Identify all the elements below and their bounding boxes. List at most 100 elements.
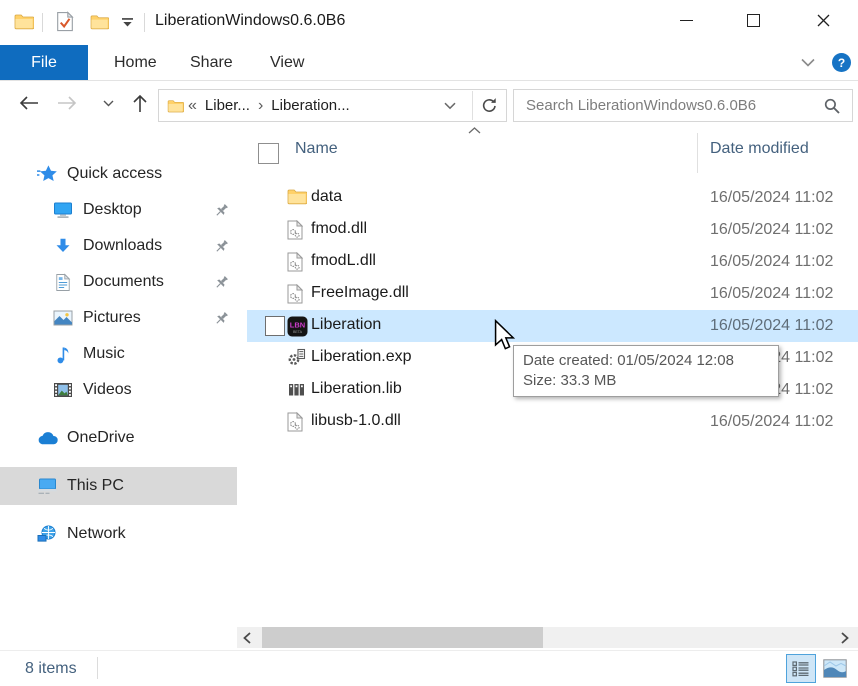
navigation-toolbar: « Liber... › Liberation... xyxy=(0,81,858,128)
back-button[interactable] xyxy=(13,87,45,119)
sidebar-item-label: Pictures xyxy=(83,309,141,327)
downloads-icon xyxy=(52,237,74,255)
music-note-icon xyxy=(52,345,74,364)
maximize-button[interactable] xyxy=(730,0,776,40)
tab-share[interactable]: Share xyxy=(172,45,251,80)
sort-ascending-icon[interactable] xyxy=(468,127,481,134)
scroll-right-arrow-icon[interactable] xyxy=(837,630,853,646)
forward-arrow-icon xyxy=(57,96,77,110)
search-icon[interactable] xyxy=(824,98,852,114)
explorer-folder-icon xyxy=(14,13,34,30)
breadcrumb-parent[interactable]: Liber... xyxy=(201,97,254,114)
sidebar-item-onedrive[interactable]: OneDrive xyxy=(0,420,273,456)
file-name: libusb-1.0.dll xyxy=(311,412,401,430)
title-bar: LiberationWindows0.6.0B6 xyxy=(0,0,858,45)
sidebar-item-this-pc[interactable]: This PC xyxy=(0,467,273,505)
file-date: 16/05/2024 11:02 xyxy=(710,253,833,271)
scroll-left-arrow-icon[interactable] xyxy=(239,630,255,646)
sidebar-item-label: Music xyxy=(83,345,125,363)
item-count: 8 items xyxy=(25,660,77,678)
sidebar-item-label: OneDrive xyxy=(67,429,135,447)
file-checkbox[interactable] xyxy=(265,316,285,336)
ribbon-expand-chevron-icon[interactable] xyxy=(801,58,815,67)
file-name: data xyxy=(311,188,342,206)
tooltip-size: Size: 33.3 MB xyxy=(523,371,769,391)
file-row-libusb-dll[interactable]: libusb-1.0.dll 16/05/2024 11:02 xyxy=(237,406,858,438)
select-all-checkbox[interactable] xyxy=(258,143,279,164)
minimize-icon xyxy=(680,20,693,21)
refresh-button[interactable] xyxy=(473,97,506,114)
file-date: 16/05/2024 11:02 xyxy=(710,285,833,303)
column-divider[interactable] xyxy=(697,133,698,173)
file-info-tooltip: Date created: 01/05/2024 12:08 Size: 33.… xyxy=(513,345,779,397)
chevron-down-icon xyxy=(103,100,114,107)
file-row-fmod-dll[interactable]: fmod.dll 16/05/2024 11:02 xyxy=(237,214,858,246)
file-name: fmodL.dll xyxy=(311,252,376,270)
tooltip-date-created: Date created: 01/05/2024 12:08 xyxy=(523,351,769,371)
thumbnail-view-button[interactable] xyxy=(820,654,850,683)
scrollbar-thumb[interactable] xyxy=(262,627,543,648)
file-row-freeimage-dll[interactable]: FreeImage.dll 16/05/2024 11:02 xyxy=(237,278,858,310)
qat-properties-button[interactable] xyxy=(56,11,74,32)
details-view-button[interactable] xyxy=(786,654,816,683)
breadcrumb-current[interactable]: Liberation... xyxy=(267,97,353,114)
sidebar-item-quick-access[interactable]: Quick access xyxy=(0,156,273,192)
details-view-icon xyxy=(792,661,810,677)
search-input[interactable] xyxy=(514,97,824,114)
status-bar: 8 items xyxy=(0,650,858,686)
column-header-date-modified[interactable]: Date modified xyxy=(710,140,809,158)
dll-file-icon xyxy=(287,284,307,304)
tab-view[interactable]: View xyxy=(252,45,322,80)
app-icon-label: LBN xyxy=(290,321,305,330)
file-row-fmodL-dll[interactable]: fmodL.dll 16/05/2024 11:02 xyxy=(237,246,858,278)
horizontal-scrollbar[interactable] xyxy=(237,627,858,648)
maximize-icon xyxy=(747,14,760,27)
dll-file-icon xyxy=(287,412,307,432)
pin-icon xyxy=(214,311,229,326)
close-button[interactable] xyxy=(800,0,846,40)
file-name: Liberation.lib xyxy=(311,380,402,398)
minimize-button[interactable] xyxy=(663,0,709,40)
file-name: fmod.dll xyxy=(311,220,367,238)
tab-file[interactable]: File xyxy=(0,45,88,80)
address-dropdown-chevron-icon[interactable] xyxy=(444,102,466,110)
recent-locations-chevron[interactable] xyxy=(92,87,124,119)
sidebar-item-label: Downloads xyxy=(83,237,162,255)
pictures-icon xyxy=(52,310,74,326)
sidebar-item-label: Videos xyxy=(83,381,132,399)
file-date: 16/05/2024 11:02 xyxy=(710,317,833,335)
file-row-liberation-selected[interactable]: LBNBETA Liberation 16/05/2024 11:02 xyxy=(237,310,858,342)
mouse-cursor xyxy=(492,319,516,351)
sidebar-item-label: Network xyxy=(67,525,126,543)
tab-home[interactable]: Home xyxy=(96,45,175,80)
back-arrow-icon xyxy=(19,96,39,110)
file-name: Liberation xyxy=(311,316,381,334)
navigation-pane: Quick access Desktop Downloads Doc xyxy=(0,127,237,650)
address-bar[interactable]: « Liber... › Liberation... xyxy=(158,89,507,122)
file-name: FreeImage.dll xyxy=(311,284,409,302)
file-explorer-window: LiberationWindows0.6.0B6 File Home Share… xyxy=(0,0,858,686)
thumbnail-view-icon xyxy=(823,659,847,678)
this-pc-icon xyxy=(36,478,58,495)
breadcrumb-separator-icon[interactable]: › xyxy=(254,97,267,115)
up-button[interactable] xyxy=(124,87,156,119)
qat-separator xyxy=(144,13,145,32)
breadcrumb-overflow-chevron[interactable]: « xyxy=(184,97,201,115)
qat-customize-chevron-icon[interactable] xyxy=(122,18,133,27)
help-button[interactable]: ? xyxy=(832,53,851,72)
pin-icon xyxy=(214,203,229,218)
forward-button[interactable] xyxy=(51,87,83,119)
refresh-icon xyxy=(481,97,498,114)
file-row-data[interactable]: data 16/05/2024 11:02 xyxy=(237,182,858,214)
search-box[interactable] xyxy=(513,89,853,122)
pin-icon xyxy=(214,275,229,290)
status-divider xyxy=(97,657,98,679)
column-header-name[interactable]: Name xyxy=(295,140,338,158)
file-name: Liberation.exp xyxy=(311,348,412,366)
sidebar-item-network[interactable]: Network xyxy=(0,516,273,552)
up-arrow-icon xyxy=(133,94,147,113)
dll-file-icon xyxy=(287,252,307,272)
pin-icon xyxy=(214,239,229,254)
app-icon-sub-label: BETA xyxy=(293,330,303,334)
qat-new-folder-button[interactable] xyxy=(90,14,109,30)
